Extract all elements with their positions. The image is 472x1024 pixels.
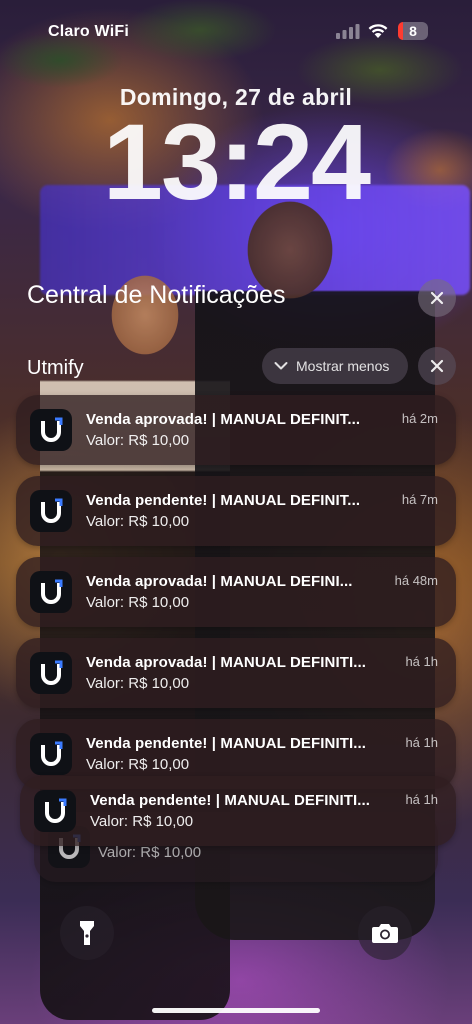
notification-title: Venda aprovada! | MANUAL DEFINIT... — [86, 411, 361, 428]
notification-card[interactable]: Venda aprovada! | MANUAL DEFINI... Valor:… — [16, 557, 456, 627]
utmify-app-icon — [30, 490, 72, 532]
notification-time: há 48m — [394, 573, 438, 588]
close-icon — [430, 291, 444, 305]
notification-time: há 1h — [405, 654, 438, 669]
camera-icon — [372, 924, 398, 943]
battery-indicator: 8 — [398, 22, 428, 40]
notification-title: Venda aprovada! | MANUAL DEFINITI... — [86, 654, 367, 671]
notification-title: Venda pendente! | MANUAL DEFINITI... — [90, 792, 371, 809]
utmify-app-icon — [30, 571, 72, 613]
status-bar: Claro WiFi 8 — [0, 0, 472, 60]
notification-body: Valor: R$ 10,00 — [98, 844, 202, 861]
utmify-app-icon — [30, 652, 72, 694]
notification-card[interactable]: Venda aprovada! | MANUAL DEFINITI... Valo… — [16, 638, 456, 708]
notification-body: Valor: R$ 10,00 — [86, 513, 190, 530]
notification-card[interactable]: Venda pendente! | MANUAL DEFINIT... Valor… — [16, 476, 456, 546]
utmify-app-icon — [34, 790, 76, 832]
lock-screen-time: 13:24 — [102, 101, 371, 222]
battery-percentage: 8 — [409, 23, 417, 39]
notification-title: Venda aprovada! | MANUAL DEFINI... — [86, 573, 353, 590]
notification-body: Valor: R$ 10,00 — [90, 813, 194, 830]
chevron-down-icon — [274, 362, 288, 370]
clear-group-button[interactable] — [418, 347, 456, 385]
notification-time: há 1h — [405, 735, 438, 750]
notification-time: há 7m — [401, 492, 438, 507]
notification-body: Valor: R$ 10,00 — [86, 675, 190, 692]
notification-card[interactable]: Venda aprovada! | MANUAL DEFINIT... Valor… — [16, 395, 456, 465]
battery-level-fill — [398, 22, 404, 40]
cellular-signal-icon — [336, 24, 360, 39]
notification-card[interactable]: Venda pendente! | MANUAL DEFINITI... Valo… — [20, 776, 456, 846]
wifi-icon — [368, 24, 388, 38]
notification-body: Valor: R$ 10,00 — [86, 756, 190, 773]
notification-time: há 1h — [405, 792, 438, 807]
utmify-app-icon — [30, 733, 72, 775]
camera-button[interactable] — [358, 906, 412, 960]
notification-body: Valor: R$ 10,00 — [86, 432, 190, 449]
clear-all-button[interactable] — [418, 279, 456, 317]
flashlight-button[interactable] — [60, 906, 114, 960]
flashlight-icon — [80, 921, 94, 945]
notification-time: há 2m — [401, 411, 438, 426]
notification-title: Venda pendente! | MANUAL DEFINITI... — [86, 735, 367, 752]
notification-body: Valor: R$ 10,00 — [86, 594, 190, 611]
notification-title: Venda pendente! | MANUAL DEFINIT... — [86, 492, 361, 509]
carrier-name: Claro WiFi — [48, 23, 129, 40]
utmify-app-icon — [30, 409, 72, 451]
show-less-button[interactable]: Mostrar menos — [262, 348, 408, 384]
show-less-label: Mostrar menos — [296, 358, 390, 374]
notification-group-app-name: Utmify — [27, 357, 84, 379]
notification-center-title: Central de Notificações — [27, 281, 286, 309]
home-indicator[interactable] — [152, 1008, 320, 1013]
close-icon — [430, 359, 444, 373]
